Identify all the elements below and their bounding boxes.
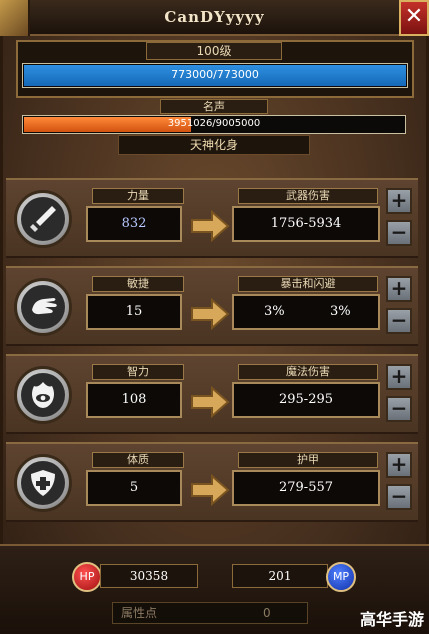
- decrease-constitution-button[interactable]: −: [386, 484, 412, 510]
- shield-cross-icon: [14, 454, 72, 512]
- decrease-agility-button[interactable]: −: [386, 308, 412, 334]
- agility-hand-icon: [14, 278, 72, 336]
- increase-constitution-button[interactable]: +: [386, 452, 412, 478]
- stat-row-constitution: 体质 5 护甲 279-557 + −: [6, 442, 418, 522]
- attribute-points-value: 0: [263, 606, 271, 620]
- mp-orb-icon: MP: [326, 562, 356, 592]
- hp-orb-icon: HP: [72, 562, 102, 592]
- close-button[interactable]: ✕: [399, 0, 429, 36]
- arrow-right-icon: [191, 386, 230, 418]
- stat-value: 832: [86, 206, 182, 242]
- increase-strength-button[interactable]: +: [386, 188, 412, 214]
- derived-value: 295-295: [232, 382, 380, 418]
- arrow-right-icon: [191, 210, 230, 242]
- stat-row-strength: 力量 832 武器伤害 1756-5934 + −: [6, 178, 418, 258]
- stat-label: 智力: [92, 364, 184, 380]
- stat-label: 敏捷: [92, 276, 184, 292]
- arrow-right-icon: [191, 298, 230, 330]
- derived-label: 暴击和闪避: [238, 276, 378, 292]
- derived-label: 魔法伤害: [238, 364, 378, 380]
- increase-agility-button[interactable]: +: [386, 276, 412, 302]
- rank-title: 天神化身: [118, 135, 310, 155]
- sword-icon: [14, 190, 72, 248]
- hp-value: 30358: [100, 564, 198, 588]
- stat-row-intelligence: 智力 108 魔法伤害 295-295 + −: [6, 354, 418, 434]
- crit-chance-value: 3%: [264, 304, 285, 319]
- stat-value: 15: [86, 294, 182, 330]
- derived-label: 武器伤害: [238, 188, 378, 204]
- attribute-points: 属性点 0: [112, 602, 308, 624]
- arrow-right-icon: [191, 474, 230, 506]
- close-x-icon: ✕: [404, 4, 424, 29]
- fame-text: 3951026/9005000: [167, 118, 261, 129]
- increase-intelligence-button[interactable]: +: [386, 364, 412, 390]
- mp-value: 201: [232, 564, 328, 588]
- decrease-strength-button[interactable]: −: [386, 220, 412, 246]
- derived-value: 279-557: [232, 470, 380, 506]
- decrease-intelligence-button[interactable]: −: [386, 396, 412, 422]
- watermark: 高华手游: [359, 610, 424, 629]
- stat-row-agility: 敏捷 15 暴击和闪避 3% 3% + −: [6, 266, 418, 346]
- xp-text: 773000/773000: [171, 68, 259, 81]
- stat-value: 5: [86, 470, 182, 506]
- attribute-points-label: 属性点: [121, 606, 158, 620]
- stat-label: 力量: [92, 188, 184, 204]
- derived-value: 1756-5934: [232, 206, 380, 242]
- level-label: 100级: [146, 42, 282, 60]
- fame-label: 名声: [160, 99, 268, 114]
- stat-value: 108: [86, 382, 182, 418]
- player-name: CanDYyyyy: [164, 8, 265, 26]
- derived-label: 护甲: [238, 452, 378, 468]
- fire-eye-icon: [14, 366, 72, 424]
- dodge-chance-value: 3%: [330, 304, 351, 319]
- derived-value: 3% 3%: [232, 294, 380, 330]
- stat-label: 体质: [92, 452, 184, 468]
